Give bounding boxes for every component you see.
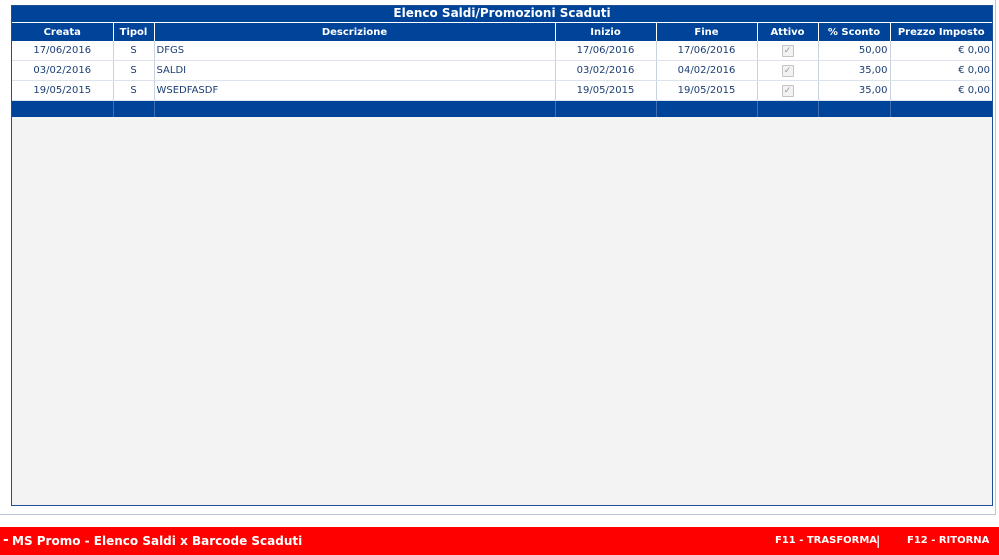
function-key-separator: | — [876, 534, 881, 548]
cell-attivo: ✓ — [757, 60, 819, 81]
window-frame: Elenco Saldi/Promozioni Scaduti Creata T… — [0, 0, 996, 515]
cell-attivo: ✓ — [757, 41, 819, 61]
promotions-table: Creata Tipol Descrizione Inizio Fine Att… — [12, 23, 992, 117]
f12-return-button[interactable]: F12 - RITORNA — [907, 527, 989, 555]
cell-inizio: 17/06/2016 — [555, 41, 657, 61]
column-header-inizio[interactable]: Inizio — [555, 23, 657, 41]
cell-inizio: 03/02/2016 — [555, 60, 657, 81]
table-row[interactable]: 17/06/2016 S DFGS 17/06/2016 17/06/2016 … — [12, 41, 992, 61]
footer-cell — [113, 100, 155, 117]
column-header-descrizione[interactable]: Descrizione — [154, 23, 556, 41]
footer-cell — [818, 100, 891, 117]
column-header-sconto[interactable]: % Sconto — [818, 23, 891, 41]
cell-sconto: 35,00 — [818, 80, 891, 101]
footer-cell — [656, 100, 758, 117]
cell-prezzo: € 0,00 — [890, 41, 992, 61]
table-header-row: Creata Tipol Descrizione Inizio Fine Att… — [12, 23, 992, 41]
panel-title: Elenco Saldi/Promozioni Scaduti — [12, 6, 992, 23]
cell-fine: 17/06/2016 — [656, 41, 758, 61]
cell-sconto: 35,00 — [818, 60, 891, 81]
cell-inizio: 19/05/2015 — [555, 80, 657, 101]
footer-cell — [555, 100, 657, 117]
column-header-tipo[interactable]: Tipol — [113, 23, 155, 41]
footer-cell — [890, 100, 992, 117]
cell-fine: 04/02/2016 — [656, 60, 758, 81]
cell-descrizione: DFGS — [154, 41, 556, 61]
program-title: MS Promo - Elenco Saldi x Barcode Scadut… — [12, 534, 303, 548]
cell-creata: 17/06/2016 — [12, 41, 114, 61]
cell-fine: 19/05/2015 — [656, 80, 758, 101]
column-header-creata[interactable]: Creata — [12, 23, 114, 41]
table-footer-row — [12, 100, 992, 117]
table-row[interactable]: 03/02/2016 S SALDI 03/02/2016 04/02/2016… — [12, 60, 992, 81]
column-header-fine[interactable]: Fine — [656, 23, 758, 41]
status-bar: - MS Promo - Elenco Saldi x Barcode Scad… — [0, 527, 999, 555]
expired-promotions-panel: Elenco Saldi/Promozioni Scaduti Creata T… — [11, 5, 993, 506]
cell-descrizione: WSEDFASDF — [154, 80, 556, 101]
cell-creata: 03/02/2016 — [12, 60, 114, 81]
cell-prezzo: € 0,00 — [890, 80, 992, 101]
cell-descrizione: SALDI — [154, 60, 556, 81]
footer-cell — [757, 100, 819, 117]
check-icon[interactable]: ✓ — [781, 84, 794, 97]
cell-tipo: S — [113, 41, 155, 61]
check-icon[interactable]: ✓ — [781, 64, 794, 77]
cell-tipo: S — [113, 80, 155, 101]
status-marker: - — [3, 532, 9, 548]
cell-creata: 19/05/2015 — [12, 80, 114, 101]
cell-tipo: S — [113, 60, 155, 81]
column-header-attivo[interactable]: Attivo — [757, 23, 819, 41]
cell-sconto: 50,00 — [818, 41, 891, 61]
cell-attivo: ✓ — [757, 80, 819, 101]
footer-cell — [12, 100, 114, 117]
table-row[interactable]: 19/05/2015 S WSEDFASDF 19/05/2015 19/05/… — [12, 80, 992, 101]
check-icon[interactable]: ✓ — [781, 44, 794, 57]
cell-prezzo: € 0,00 — [890, 60, 992, 81]
column-header-prezzo[interactable]: Prezzo Imposto — [890, 23, 992, 41]
f11-transform-button[interactable]: F11 - TRASFORMA — [775, 527, 877, 555]
footer-cell — [154, 100, 556, 117]
